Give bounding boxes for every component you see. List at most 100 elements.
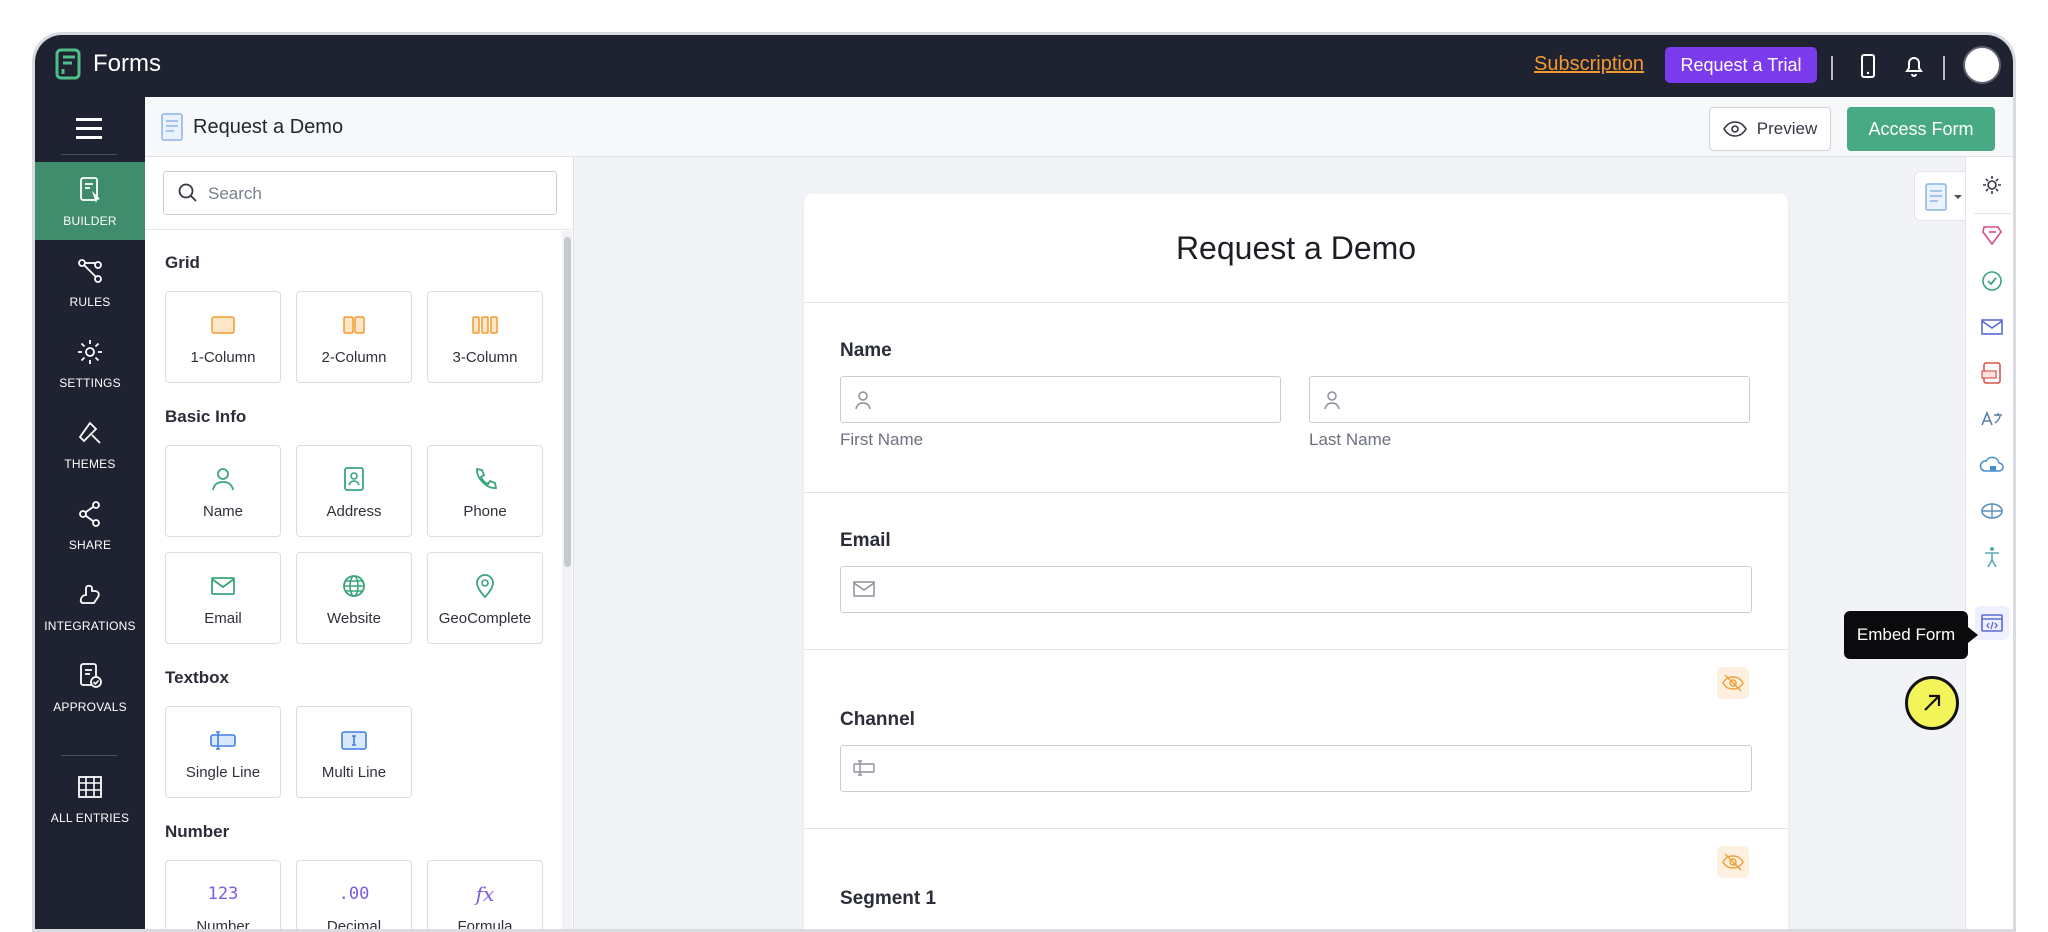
field-tile-label: Phone [463,503,507,520]
section-title-basic-info: Basic Info [165,407,247,426]
field-search[interactable] [163,171,557,215]
field-tile-website[interactable]: Website [296,552,412,644]
field-tile-1-column[interactable]: 1-Column [165,291,281,383]
search-input[interactable] [208,180,538,208]
rules-icon [78,259,102,283]
field-label-segment-1[interactable]: Segment 1 [840,888,936,910]
hidden-field-badge[interactable] [1717,667,1749,699]
field-tile-address[interactable]: Address [296,445,412,537]
sidebar-item-label: INTEGRATIONS [44,619,136,633]
form-divider [804,649,1788,650]
sidebar-item-share[interactable]: SHARE [35,486,145,564]
form-title[interactable]: Request a Demo [804,230,1788,267]
field-tile-name[interactable]: Name [165,445,281,537]
chevron-down-icon [1954,195,1962,199]
form-type-dropdown[interactable] [1914,171,1972,221]
field-tile-phone[interactable]: Phone [427,445,543,537]
field-tile-label: GeoComplete [438,610,532,627]
channel-field[interactable] [840,745,1752,792]
form-document-icon [1925,183,1947,211]
address-book-icon [344,467,364,491]
first-name-field[interactable] [840,376,1281,423]
field-tile-3-column[interactable]: 3-Column [427,291,543,383]
field-tile-email[interactable]: Email [165,552,281,644]
field-label-email[interactable]: Email [840,530,891,552]
topbar-divider [1831,56,1833,80]
rail-divider [1974,213,2012,214]
preview-button[interactable]: Preview [1709,107,1831,151]
person-icon [1324,391,1340,410]
formula-icon: fx [475,882,495,906]
field-tile-multi-line[interactable]: Multi Line [296,706,412,798]
field-tile-formula[interactable]: fx Formula [427,860,543,929]
table-icon [78,776,102,798]
cloud-lock-icon[interactable] [1978,451,2006,479]
field-tile-number[interactable]: 123 Number [165,860,281,932]
sidebar-item-builder[interactable]: BUILDER [35,162,145,240]
number-icon: 123 [207,884,239,904]
accessibility-icon[interactable] [1978,543,2006,571]
sidebar-item-settings[interactable]: SETTINGS [35,324,145,402]
sidebar-item-approvals[interactable]: APPROVALS [35,648,145,726]
one-column-icon [211,316,235,334]
sidebar-item-label: SETTINGS [59,376,121,390]
search-icon [178,183,197,202]
builder-icon [80,177,100,203]
field-tile-label: Email [204,610,242,627]
hamburger-menu-icon[interactable] [76,118,102,145]
subscription-link[interactable]: Subscription [1534,53,1644,76]
app-logo[interactable]: Forms [55,48,161,80]
form-settings-icon[interactable] [1978,171,2006,199]
field-tile-label: 2-Column [321,349,387,366]
field-tile-decimal[interactable]: .00 Decimal [296,860,412,932]
field-tile-label: Name [202,503,243,520]
themes-icon [78,421,101,444]
access-form-button[interactable]: Access Form [1847,107,1995,151]
approvals-icon [80,663,102,688]
field-tile-label: Website [327,610,381,627]
last-name-field[interactable] [1309,376,1750,423]
sidebar-item-label: ALL ENTRIES [50,811,130,825]
eye-off-icon [1722,853,1744,871]
globe-icon[interactable] [1978,497,2006,525]
form-divider [804,492,1788,493]
email-field[interactable] [840,566,1752,613]
sidebar-divider [61,755,117,756]
forms-logo-icon [55,48,81,80]
field-tile-geocomplete[interactable]: GeoComplete [427,552,543,644]
palette-scrollbar-thumb[interactable] [564,237,571,567]
form-document-icon [161,113,183,141]
translate-icon[interactable] [1978,405,2006,433]
sidebar-item-all-entries[interactable]: ALL ENTRIES [35,759,145,837]
single-line-icon [210,731,236,750]
payment-icon[interactable] [1978,221,2006,249]
sidebar-item-themes[interactable]: THEMES [35,405,145,483]
field-tile-label: Decimal [326,918,382,932]
avatar[interactable] [1963,46,2001,84]
hidden-field-badge[interactable] [1717,846,1749,878]
request-trial-button[interactable]: Request a Trial [1665,47,1817,83]
mobile-icon[interactable] [1855,52,1881,80]
first-name-sublabel: First Name [840,430,924,449]
eye-off-icon [1722,674,1744,692]
field-tile-single-line[interactable]: Single Line [165,706,281,798]
person-icon [855,391,871,410]
field-tile-label: 3-Column [452,349,518,366]
cursor-indicator [1905,676,1959,730]
pdf-icon[interactable] [1978,359,2006,387]
field-tile-label: Number [196,918,250,932]
form-name: Request a Demo [193,116,344,138]
check-circle-icon[interactable] [1978,267,2006,295]
field-tile-2-column[interactable]: 2-Column [296,291,412,383]
arrow-up-right-icon [1924,694,1941,711]
embed-code-icon[interactable] [1978,609,2006,637]
field-label-name[interactable]: Name [840,340,892,362]
mail-icon[interactable] [1978,313,2006,341]
sidebar-item-rules[interactable]: RULES [35,243,145,321]
two-column-icon [343,316,365,334]
app-name: Forms [93,50,161,77]
bell-icon[interactable] [1901,52,1927,80]
field-label-channel[interactable]: Channel [840,709,915,731]
sidebar-item-integrations[interactable]: INTEGRATIONS [35,567,145,645]
sidebar-item-label: APPROVALS [53,700,127,714]
